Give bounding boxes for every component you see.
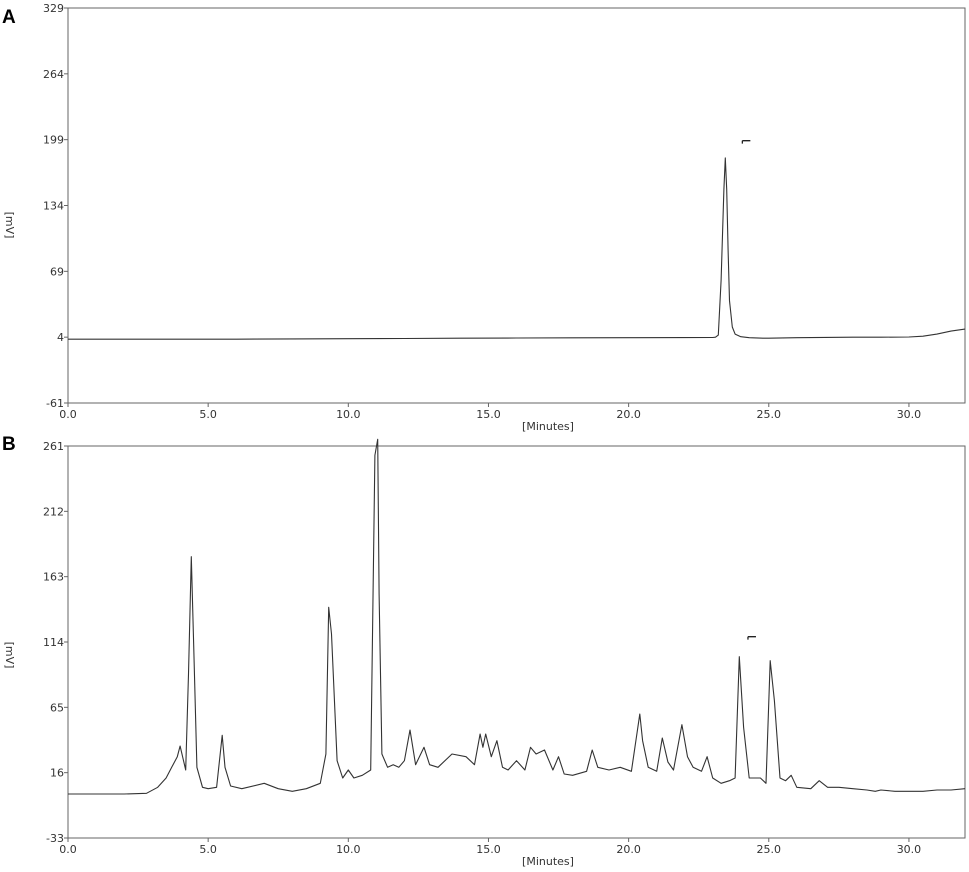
panel-a-x-tick-label: 30.0 — [897, 408, 922, 421]
panel-a-label: A — [2, 7, 16, 28]
panel-a-y-tick-label: 199 — [43, 134, 64, 147]
panel-b-y-tick-label: 65 — [50, 701, 64, 714]
panel-b-x-tick-label: 10.0 — [336, 843, 361, 856]
panel-b-x-tick-label: 15.0 — [476, 843, 501, 856]
panel-a-x-tick-label: 25.0 — [757, 408, 782, 421]
panel-a-x-tick-label: 20.0 — [616, 408, 641, 421]
panel-b-y-axis-title: [mV] — [3, 642, 16, 669]
panel-a-trace — [68, 157, 966, 340]
panel-a-x-tick-label: 15.0 — [476, 408, 501, 421]
panel-a-y-tick-label: 134 — [43, 200, 64, 213]
panel-b-y-tick-label: 114 — [43, 636, 64, 649]
panel-b-y-tick-label: 212 — [43, 505, 64, 518]
panel-a-y-tick-label: 264 — [43, 68, 64, 81]
panel-b-integration-marker — [747, 636, 756, 640]
panel-a: A [mV] [Minutes] 329264199134694-610.0 5.… — [2, 2, 966, 433]
panel-b-x-tick-label: 30.0 — [897, 843, 922, 856]
panel-b-trace — [68, 438, 966, 795]
panel-b-y-tick-label: 16 — [50, 767, 64, 780]
panel-b-x-tick-label: 25.0 — [757, 843, 782, 856]
panel-a-y-tick-label: 69 — [50, 265, 64, 278]
chromatogram-figure: A [mV] [Minutes] 329264199134694-610.0 5.… — [2, 2, 966, 868]
panel-b-x-tick-label: 20.0 — [616, 843, 641, 856]
panel-b-y-tick-label: 261 — [43, 440, 64, 453]
panel-a-y-axis-title: [mV] — [3, 212, 16, 239]
panel-b-plot-frame — [67, 445, 966, 839]
panel-b-y-tick-label: 163 — [43, 571, 64, 584]
panel-b-label: B — [2, 434, 16, 455]
panel-b-x-tick-label: 5.0 — [199, 843, 217, 856]
panel-a-x-tick-label: 10.0 — [336, 408, 361, 421]
panel-a-y-tick-label: 4 — [57, 331, 64, 344]
panel-b-x-tick-label: 0.0 — [59, 843, 77, 856]
panel-a-y-tick-label: 329 — [43, 2, 64, 15]
panel-a-x-tick-label: 5.0 — [199, 408, 217, 421]
panel-b-x-axis-title: [Minutes] — [522, 855, 574, 868]
panel-a-x-axis-title: [Minutes] — [522, 420, 574, 433]
panel-b: B [mV] [Minutes] 2612121631146516-330.0 5… — [2, 434, 966, 868]
panel-a-plot-frame — [67, 7, 966, 404]
panel-a-integration-marker — [741, 140, 751, 144]
panel-a-x-tick-label: 0.0 — [59, 408, 77, 421]
